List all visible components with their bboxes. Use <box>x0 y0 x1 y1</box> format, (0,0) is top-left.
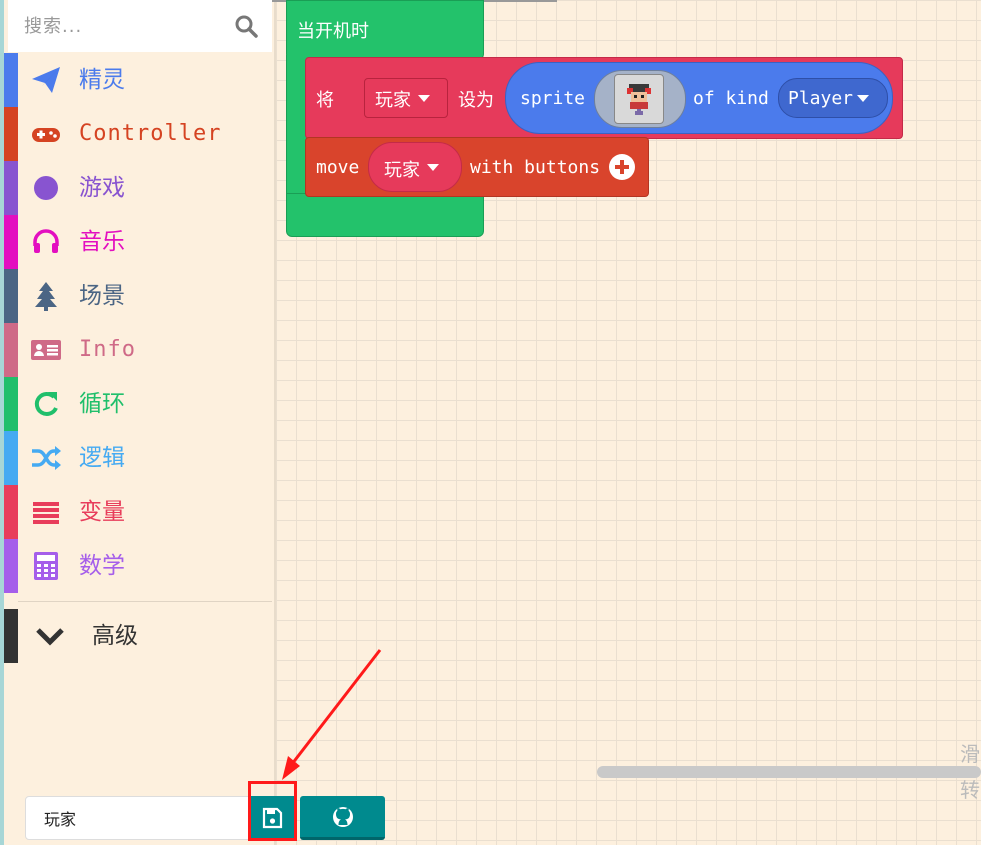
category-color-bar <box>4 323 18 377</box>
toolbox-divider <box>18 601 272 602</box>
kind-value: Player <box>788 88 854 109</box>
chevron-down-icon <box>36 628 64 646</box>
category-label: 精灵 <box>79 67 125 93</box>
category-label: 循环 <box>79 391 125 417</box>
github-button[interactable] <box>300 796 385 840</box>
horizontal-scrollbar[interactable] <box>597 766 981 778</box>
paper-plane-icon <box>32 67 60 93</box>
list-icon <box>33 502 59 524</box>
player-sprite-icon <box>627 84 651 115</box>
move-variable-value: 玩家 <box>384 160 420 181</box>
category-color-bar <box>4 539 18 593</box>
sprite-image-preview[interactable] <box>614 74 664 124</box>
headphones-icon <box>33 229 59 253</box>
of-kind-label: of kind <box>693 88 769 109</box>
on-start-label: 当开机时 <box>297 21 369 42</box>
category-game[interactable]: 游戏 <box>4 161 272 215</box>
category-variables[interactable]: 变量 <box>4 485 272 539</box>
project-name-input[interactable] <box>25 796 250 840</box>
category-color-bar <box>4 269 18 323</box>
category-controller[interactable]: Controller <box>4 107 272 161</box>
search-icon[interactable] <box>234 14 258 38</box>
category-sprites[interactable]: 精灵 <box>4 53 272 107</box>
category-color-bar <box>4 161 18 215</box>
category-label: Info <box>79 337 136 362</box>
on-start-block-body <box>286 55 307 215</box>
category-label: Controller <box>79 121 222 146</box>
search-input[interactable] <box>24 12 214 40</box>
github-icon <box>333 807 353 827</box>
category-color-bar <box>4 215 18 269</box>
on-start-block-footer <box>286 193 484 237</box>
category-logic[interactable]: 逻辑 <box>4 431 272 485</box>
category-music[interactable]: 音乐 <box>4 215 272 269</box>
with-buttons-label: with buttons <box>470 157 601 178</box>
dropdown-caret-icon <box>427 164 439 171</box>
shuffle-icon <box>32 446 61 470</box>
id-card-icon <box>31 340 61 360</box>
category-label: 场景 <box>79 283 125 309</box>
sprite-label: sprite <box>520 88 586 109</box>
category-color-bar <box>4 53 18 107</box>
category-color-bar <box>4 431 18 485</box>
category-info[interactable]: Info <box>4 323 272 377</box>
gamepad-icon <box>32 128 60 142</box>
expand-plus-icon[interactable] <box>609 154 635 180</box>
category-label: 变量 <box>79 499 125 525</box>
category-loops[interactable]: 循环 <box>4 377 272 431</box>
category-scene[interactable]: 场景 <box>4 269 272 323</box>
dropdown-caret-icon <box>418 95 430 102</box>
category-label: 高级 <box>92 623 138 649</box>
set-variable-value: 玩家 <box>375 90 411 111</box>
category-label: 逻辑 <box>79 445 125 471</box>
tree-icon <box>35 282 57 311</box>
category-label: 数学 <box>79 553 125 579</box>
dropdown-caret-icon <box>857 95 869 102</box>
category-math[interactable]: 数学 <box>4 539 272 593</box>
category-label: 音乐 <box>79 229 125 255</box>
to-label: 设为 <box>458 90 494 111</box>
move-label: move <box>316 157 360 178</box>
search-box <box>8 0 272 52</box>
category-color-bar <box>4 485 18 539</box>
category-advanced[interactable]: 高级 <box>4 609 272 663</box>
category-label: 游戏 <box>79 175 125 201</box>
set-label: 将 <box>316 90 334 111</box>
save-highlight-box <box>248 781 297 841</box>
circle-icon <box>34 176 58 200</box>
category-color-bar <box>4 609 18 663</box>
category-color-bar <box>4 107 18 161</box>
calculator-icon <box>34 552 58 580</box>
category-color-bar <box>4 377 18 431</box>
refresh-icon <box>34 391 58 416</box>
edge-text: 滑 转 <box>960 742 980 802</box>
